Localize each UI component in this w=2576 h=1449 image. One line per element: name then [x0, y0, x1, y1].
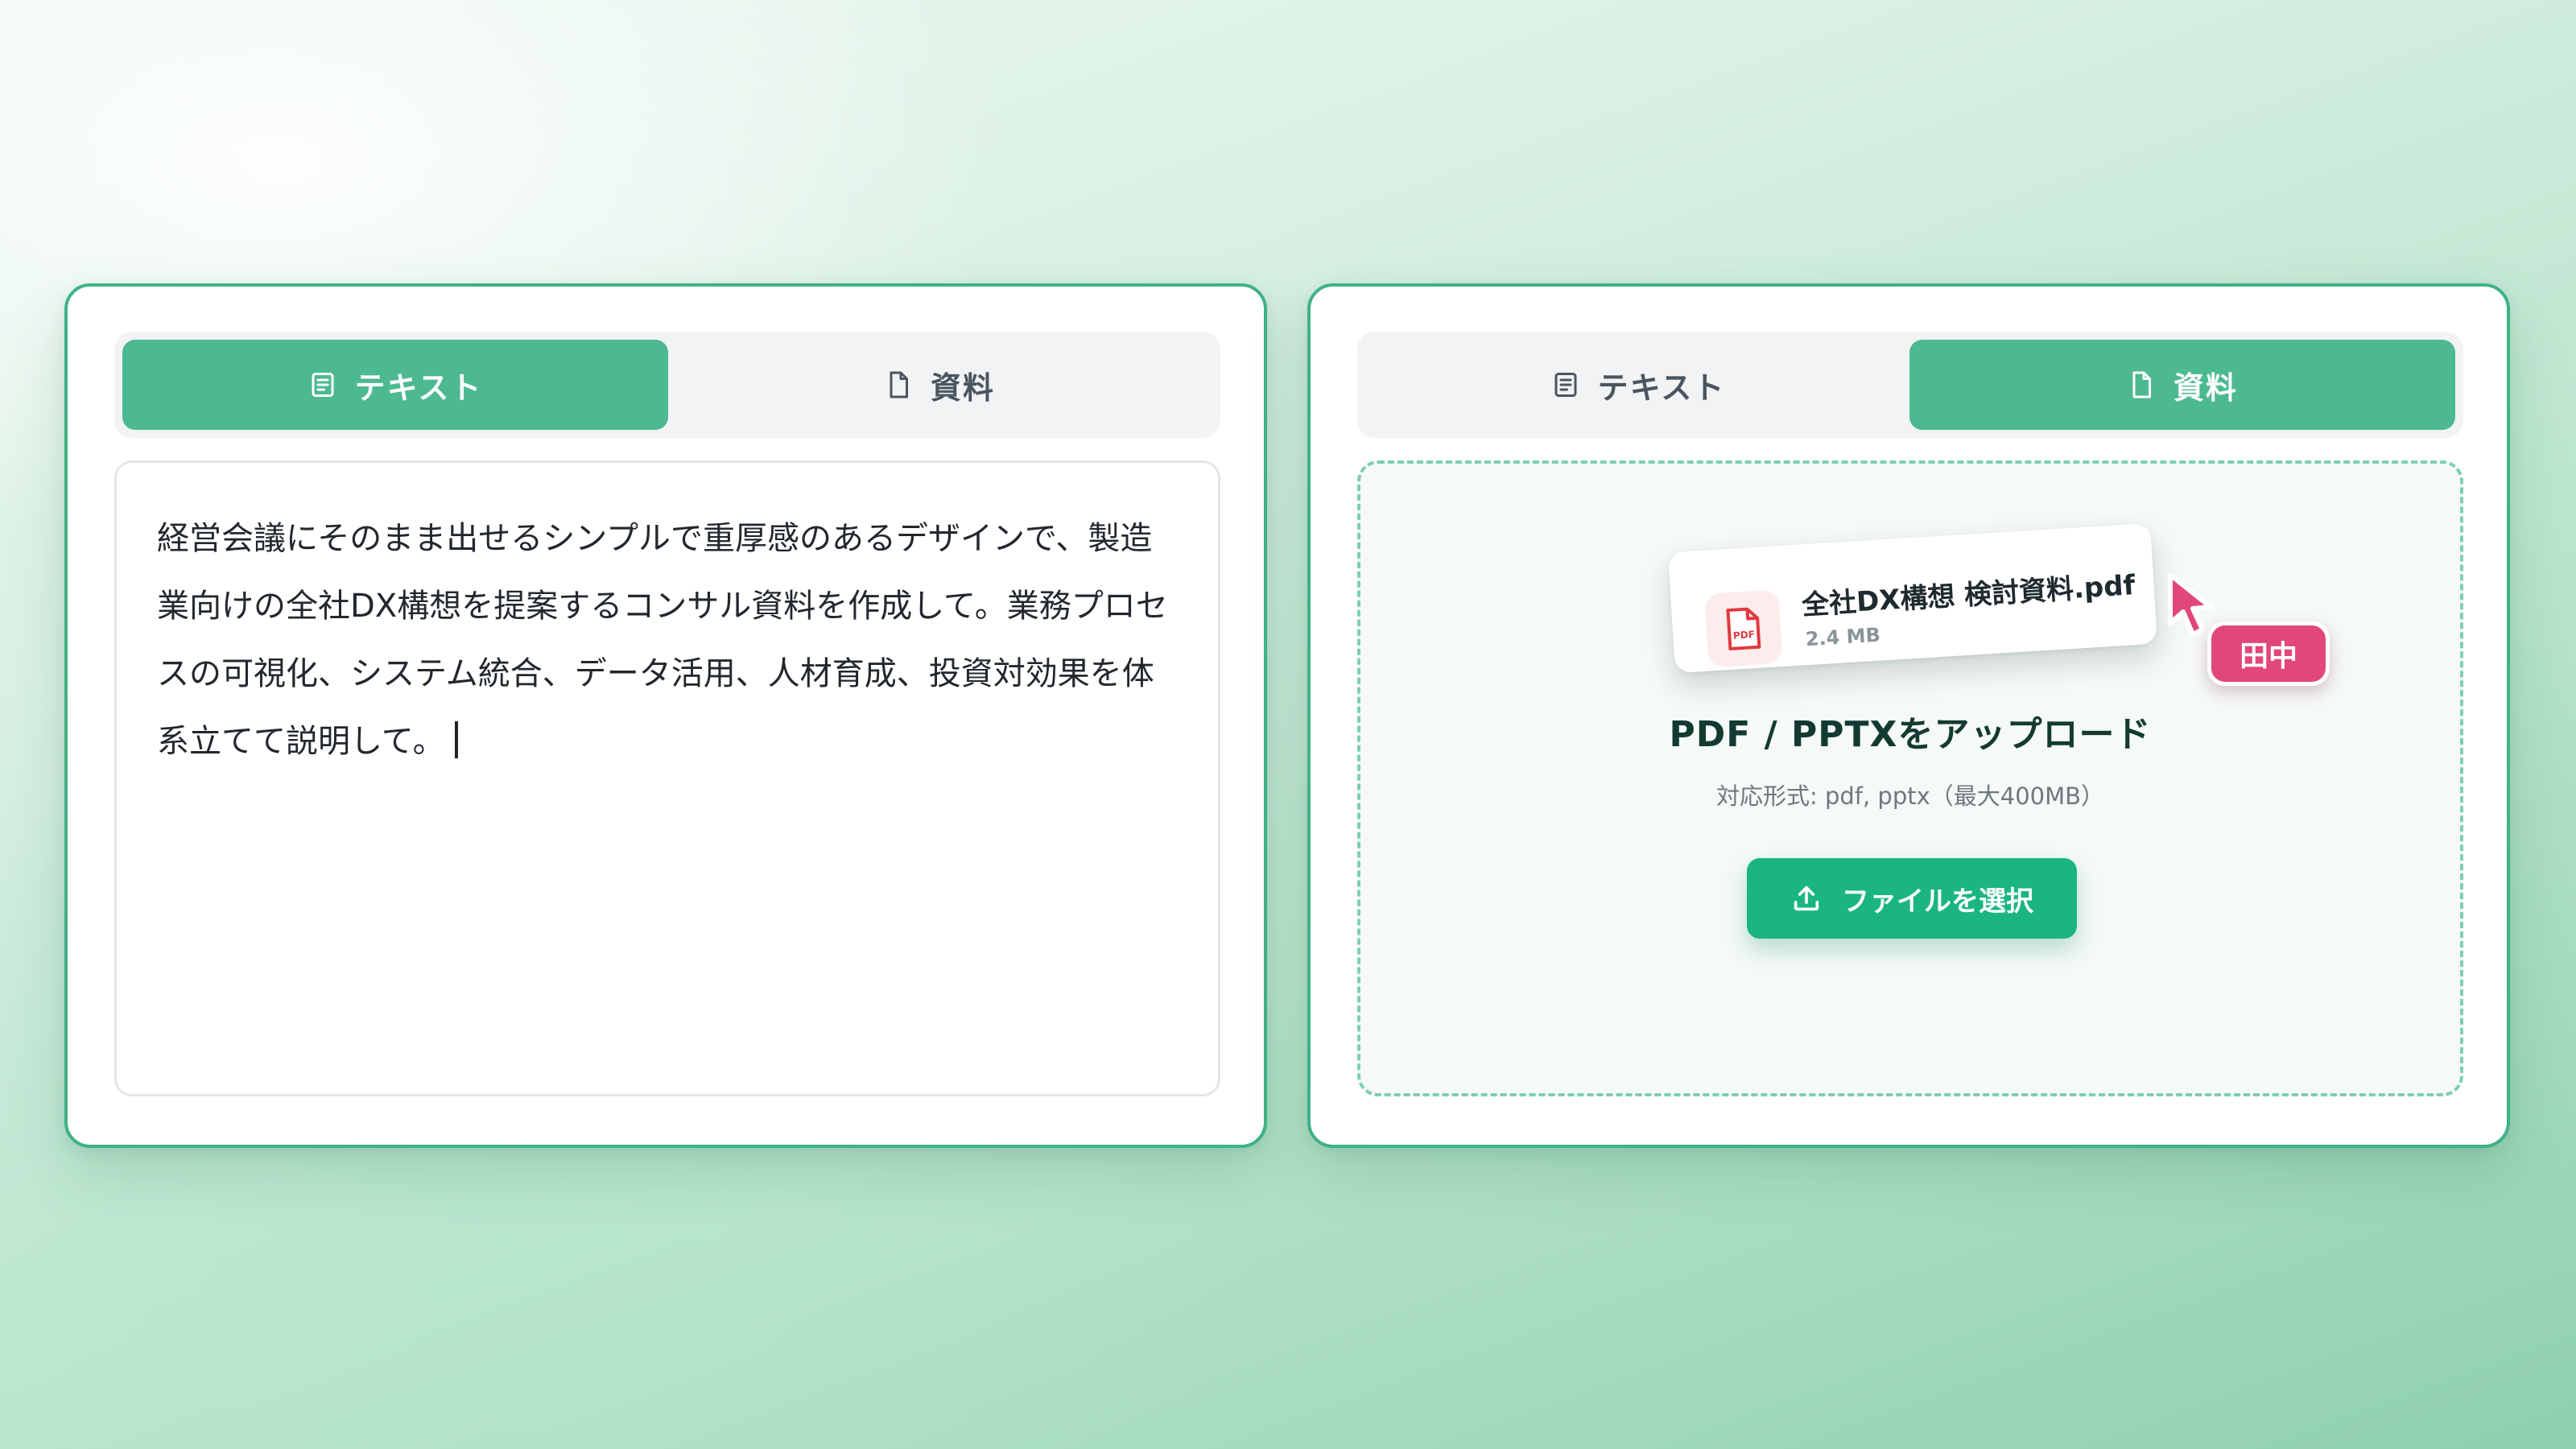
- tab-text-label: テキスト: [1597, 369, 1726, 406]
- tab-document[interactable]: 資料: [1909, 340, 2455, 430]
- collaborator-name-tag: 田中: [2207, 621, 2330, 686]
- tab-document-label: 資料: [2173, 369, 2238, 406]
- tab-document-label: 資料: [930, 369, 995, 406]
- mode-tabs: テキスト 資料: [114, 332, 1220, 438]
- text-doc-icon: [312, 373, 334, 397]
- upload-formats: 対応形式: pdf, pptx（最大400MB）: [1715, 782, 2105, 810]
- file-icon: [890, 371, 908, 398]
- tab-document[interactable]: 資料: [667, 340, 1212, 430]
- prompt-textarea[interactable]: 経営会議にそのまま出せるシンプルで重厚感のあるデザインで、製造業向けの全社DX構…: [114, 460, 1220, 1096]
- mode-tabs: テキスト 資料: [1357, 332, 2463, 438]
- file-dropzone[interactable]: PDF 全社DX構想 検討資料.pdf 2.4 MB 田中 PDF / PPTX…: [1357, 460, 2463, 1096]
- tab-text[interactable]: テキスト: [122, 340, 668, 430]
- prompt-text: 経営会議にそのまま出せるシンプルで重厚感のあるデザインで、製造業向けの全社DX構…: [157, 520, 1168, 760]
- select-file-label: ファイルを選択: [1842, 885, 2033, 918]
- text-caret: [454, 721, 458, 758]
- upload-title: PDF / PPTXをアップロード: [1669, 714, 2152, 755]
- file-upload-card: テキスト 資料 PDF 全社DX構想 検討資料.pdf 2.4 MB 田中 PD…: [1307, 283, 2510, 1148]
- tab-text[interactable]: テキスト: [1365, 340, 1911, 430]
- dragged-file-card[interactable]: PDF 全社DX構想 検討資料.pdf 2.4 MB: [1667, 522, 2158, 674]
- text-input-card: テキスト 資料 経営会議にそのまま出せるシンプルで重厚感のあるデザインで、製造業…: [64, 283, 1267, 1148]
- text-doc-icon: [1554, 373, 1577, 397]
- file-icon: [2132, 371, 2151, 398]
- collaborator-cursor-icon: [2168, 572, 2213, 637]
- file-name: 全社DX構想 検討資料.pdf: [1801, 569, 2136, 622]
- pdf-badge: PDF: [1704, 589, 1783, 668]
- tab-text-label: テキスト: [354, 369, 483, 406]
- upload-icon: [1794, 886, 1819, 911]
- select-file-button[interactable]: ファイルを選択: [1747, 858, 2077, 939]
- pdf-file-icon: PDF: [1726, 607, 1761, 650]
- svg-text:PDF: PDF: [1733, 629, 1756, 642]
- file-size: 2.4 MB: [1805, 623, 1881, 651]
